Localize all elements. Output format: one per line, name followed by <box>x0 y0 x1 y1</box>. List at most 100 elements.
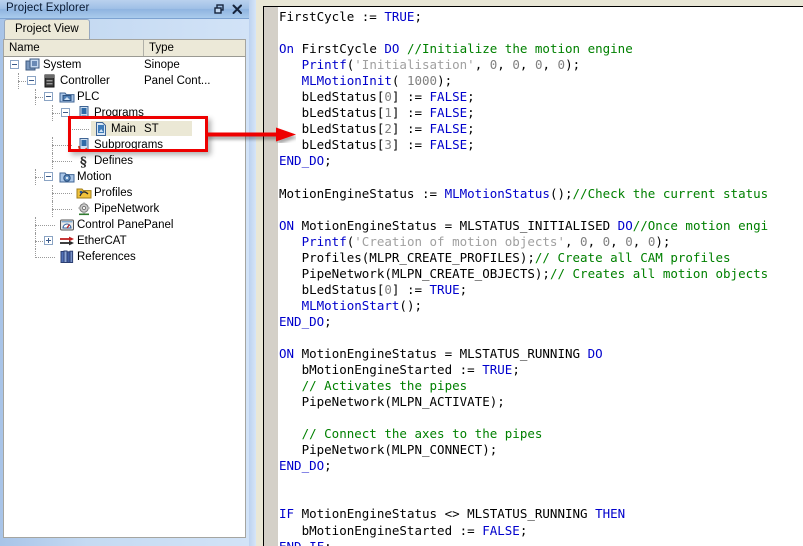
code-token: bLedStatus[ <box>279 281 385 297</box>
application-window: Project Explorer Project View Name Type … <box>0 0 803 546</box>
code-token: , <box>632 233 648 249</box>
code-token: On <box>279 41 295 57</box>
code-token: ( <box>391 73 407 89</box>
tree-row[interactable]: Control Panel Panel <box>4 217 245 233</box>
code-token: ] := <box>391 105 430 121</box>
code-line: MLMotionStart(); <box>279 298 768 314</box>
tree-row[interactable]: System Sinope <box>4 57 245 73</box>
tree-row[interactable]: § Defines <box>4 153 245 170</box>
code-line: END_DO; <box>279 314 768 330</box>
tree-row[interactable]: EtherCAT <box>4 233 245 249</box>
expand-icon[interactable] <box>44 236 53 245</box>
references-books-icon <box>59 249 75 265</box>
tree-item-label: System <box>43 59 82 71</box>
collapse-icon[interactable] <box>10 60 19 69</box>
code-token: bMotionEngineStarted := <box>279 522 483 538</box>
code-token: TRUE <box>429 281 460 297</box>
code-token: , <box>564 233 581 249</box>
code-token: Profiles(MLPR_CREATE_PROFILES); <box>279 249 535 265</box>
code-line: MLMotionInit( 1000); <box>279 73 768 89</box>
tree-connector <box>35 233 37 249</box>
panel-titlebar[interactable]: Project Explorer <box>0 0 249 19</box>
code-line: On FirstCycle DO //Initialize the motion… <box>279 41 768 57</box>
program-file-icon <box>93 121 109 137</box>
tree-connector <box>18 73 20 89</box>
code-token: ; <box>324 539 332 546</box>
code-line: Printf('Creation of motion objects', 0, … <box>279 234 768 250</box>
code-token: , <box>610 233 626 249</box>
collapse-icon[interactable] <box>44 92 53 101</box>
tree-connector <box>52 209 72 211</box>
code-line: END_IF; <box>279 539 768 546</box>
tree-item-label: References <box>77 251 136 263</box>
tree-item-type: Sinope <box>144 59 180 71</box>
code-token: IF <box>279 506 295 522</box>
tree-row[interactable]: Profiles <box>4 185 245 201</box>
code-line: IF MotionEngineStatus <> MLSTATUS_RUNNIN… <box>279 506 768 522</box>
tree-row[interactable]: PipeNetwork <box>4 201 245 217</box>
code-token: THEN <box>595 506 626 522</box>
tree-row[interactable]: Main ST <box>4 121 245 137</box>
tree-connector <box>35 217 37 233</box>
code-line: // Activates the pipes <box>279 378 768 394</box>
code-token: TRUE <box>482 362 513 378</box>
project-explorer-panel: Project Explorer Project View Name Type … <box>0 0 249 546</box>
svg-text:§: § <box>80 155 87 169</box>
code-token: END_DO <box>279 313 325 329</box>
code-token: ] := <box>391 89 430 105</box>
tree-connector <box>52 193 72 195</box>
close-icon[interactable] <box>231 3 244 16</box>
tree-connector <box>69 129 89 131</box>
code-text[interactable]: FirstCycle := TRUE; On FirstCycle DO //I… <box>279 9 768 546</box>
column-header-name[interactable]: Name <box>4 40 144 56</box>
column-header-type[interactable]: Type <box>144 40 245 56</box>
project-tree[interactable]: System Sinope Controller Panel Cont... PLC Pr… <box>3 57 246 538</box>
code-token: //Check the current status <box>572 185 769 201</box>
tree-row[interactable]: References <box>4 249 245 265</box>
collapse-icon[interactable] <box>44 172 53 181</box>
code-token: DO <box>617 217 633 233</box>
code-line: ON MotionEngineStatus = MLSTATUS_RUNNING… <box>279 346 768 362</box>
code-token: FALSE <box>482 522 520 538</box>
tree-row[interactable]: Controller Panel Cont... <box>4 73 245 89</box>
tab-project-view[interactable]: Project View <box>4 19 90 39</box>
code-line: bLedStatus[1] := FALSE; <box>279 105 768 121</box>
code-token: ] := <box>391 281 430 297</box>
code-token: ] := <box>391 137 430 153</box>
code-token: DO <box>384 41 400 57</box>
tree-connector <box>52 161 72 163</box>
panel-splitter[interactable] <box>249 0 263 546</box>
code-editor[interactable]: FirstCycle := TRUE; On FirstCycle DO //I… <box>263 6 803 546</box>
collapse-icon[interactable] <box>27 76 36 85</box>
restore-window-icon[interactable] <box>213 3 226 16</box>
code-line: bMotionEngineStarted := TRUE; <box>279 362 768 378</box>
code-token: END_DO <box>279 458 325 474</box>
code-token: FALSE <box>429 121 468 137</box>
code-token: MLMotionStart <box>301 297 400 313</box>
code-token: TRUE <box>384 9 415 24</box>
code-token: ; <box>467 137 475 153</box>
code-token: bLedStatus[ <box>279 137 385 153</box>
collapse-icon[interactable] <box>61 108 70 117</box>
code-token: ); <box>437 73 453 89</box>
code-token: ); <box>655 233 671 249</box>
tree-item-label: Main <box>111 123 136 135</box>
subprograms-icon <box>76 137 92 153</box>
code-token: Printf <box>301 233 347 249</box>
code-token: MLMotionInit <box>301 73 392 89</box>
tree-row[interactable]: Programs <box>4 105 245 121</box>
code-line: PipeNetwork(MLPN_ACTIVATE); <box>279 394 768 410</box>
tree-row[interactable]: PLC <box>4 89 245 105</box>
tree-row[interactable]: Motion <box>4 169 245 185</box>
code-line: MotionEngineStatus := MLMotionStatus();/… <box>279 186 768 202</box>
tree-row[interactable]: Subprograms <box>4 137 245 153</box>
tree-connector <box>35 257 55 259</box>
panel-title: Project Explorer <box>6 2 90 14</box>
editor-gutter[interactable] <box>264 7 278 546</box>
